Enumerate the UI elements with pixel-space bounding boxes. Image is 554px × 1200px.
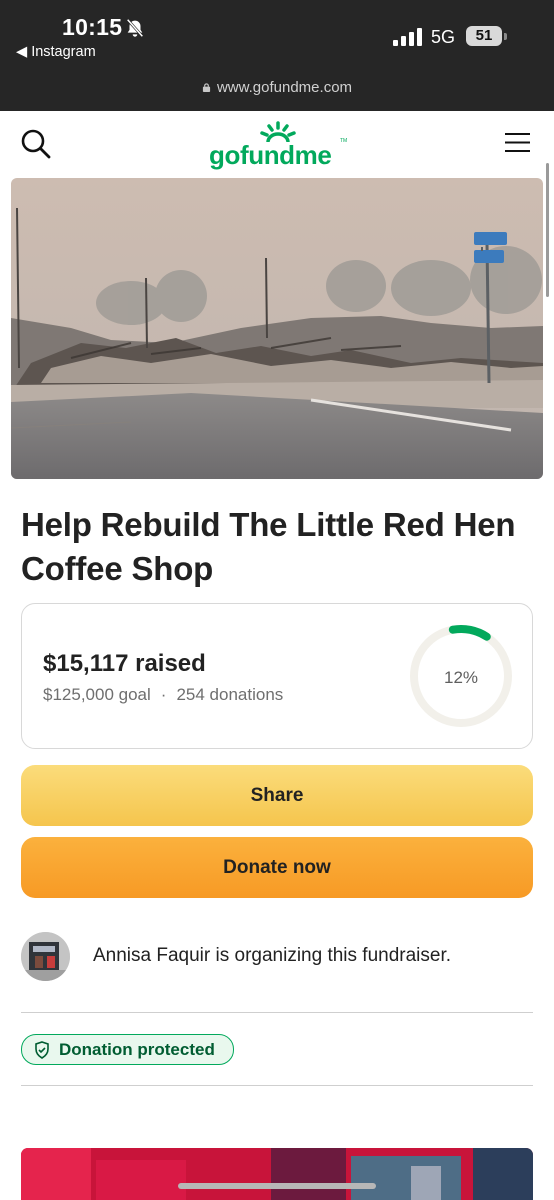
section-divider — [21, 1085, 533, 1086]
signal-strength-icon — [393, 28, 422, 46]
bell-slash-icon — [126, 18, 144, 38]
back-to-app-link[interactable]: ◀ Instagram — [16, 44, 96, 60]
campaign-hero-image[interactable] — [11, 178, 543, 479]
logo-tm: TM — [340, 138, 348, 144]
home-indicator[interactable] — [178, 1183, 376, 1189]
search-icon[interactable] — [20, 128, 52, 160]
organizer-row[interactable]: Annisa Faquir is organizing this fundrai… — [21, 930, 533, 982]
network-type: 5G — [431, 27, 456, 47]
progress-percentage: 12% — [444, 668, 478, 687]
battery-level: 51 — [466, 26, 502, 46]
goal-amount: $125,000 goal — [43, 685, 151, 704]
donation-count: 254 donations — [176, 685, 284, 704]
shield-check-icon — [35, 1041, 49, 1059]
logo-sun-icon — [260, 121, 296, 142]
campaign-gallery-image[interactable] — [21, 1148, 533, 1200]
gofundme-logo[interactable]: gofundme TM — [209, 120, 349, 170]
donation-protected-badge[interactable]: Donation protected — [21, 1034, 234, 1065]
page-scrollbar[interactable] — [546, 163, 549, 297]
logo-wordmark: gofundme — [209, 140, 332, 170]
menu-icon[interactable] — [505, 132, 530, 153]
battery-icon: 51 — [466, 26, 510, 47]
progress-ring: 12% — [410, 625, 512, 727]
organizer-text: Annisa Faquir is organizing this fundrai… — [93, 945, 452, 966]
campaign-title: Help Rebuild The Little Red Hen Coffee S… — [21, 506, 516, 587]
lock-icon — [202, 83, 211, 92]
browser-chrome: 10:15 ◀ Instagram 5G 51 www.gofundme.com — [0, 0, 554, 111]
section-divider — [21, 1012, 533, 1013]
separator-dot: · — [160, 685, 167, 704]
organizer-avatar[interactable] — [21, 932, 70, 981]
url-text: www.gofundme.com — [216, 79, 353, 96]
goal-and-donations: $125,000 goal · 254 donations — [43, 685, 283, 705]
address-bar[interactable]: www.gofundme.com — [0, 79, 554, 96]
status-time: 10:15 — [62, 14, 123, 40]
donate-now-button[interactable]: Donate now — [21, 837, 533, 898]
donation-protected-label: Donation protected — [59, 1040, 215, 1059]
donation-progress-card: $15,117 raised $125,000 goal · 254 donatio… — [21, 603, 533, 749]
organizer-avatar-image — [21, 932, 70, 981]
coffee-shop-photo — [21, 1148, 533, 1200]
share-button[interactable]: Share — [21, 765, 533, 826]
back-app-label: Instagram — [31, 44, 96, 60]
wildfire-ruins-photo — [11, 178, 543, 479]
amount-raised: $15,117 raised — [43, 650, 206, 677]
